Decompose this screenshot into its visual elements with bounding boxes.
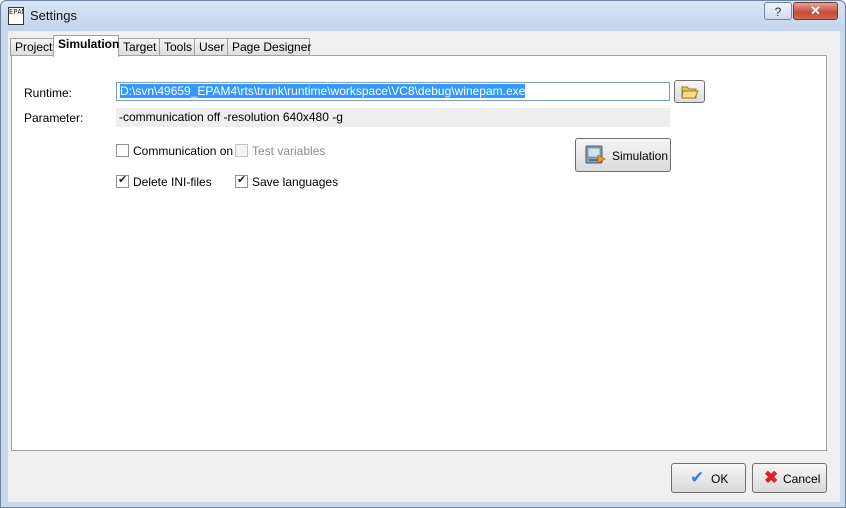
epam-app-icon: EPAM	[8, 7, 24, 25]
checkmark-icon: ✔	[690, 468, 705, 487]
simulation-monitor-icon	[585, 145, 606, 164]
tab-simulation[interactable]: Simulation	[53, 35, 119, 57]
save-languages-checkbox-box[interactable]	[235, 173, 248, 188]
dialog-client-area: Project Simulation Target Tools User Pag…	[8, 31, 840, 502]
folder-open-icon	[681, 86, 699, 99]
ok-button[interactable]: ✔ OK	[671, 463, 746, 493]
help-button[interactable]: ?	[764, 2, 792, 20]
parameter-field[interactable]: -communication off -resolution 640x480 -…	[116, 108, 670, 127]
tab-page-designer[interactable]: Page Designer	[227, 38, 311, 56]
runtime-label: Runtime:	[24, 86, 73, 100]
delete-ini-checkbox-box[interactable]	[116, 173, 129, 188]
tab-project[interactable]: Project	[10, 38, 54, 56]
runtime-path-input[interactable]: D:\svn\49659_EPAM4\rts\trunk\runtime\wor…	[116, 82, 670, 101]
simulation-tab-page: Runtime: D:\svn\49659_EPAM4\rts\trunk\ru…	[11, 55, 827, 451]
simulation-button[interactable]: Simulation	[575, 138, 671, 172]
title-bar[interactable]: EPAM Settings ? ✕	[1, 1, 845, 31]
settings-window: EPAM Settings ? ✕ Project Simulation Tar…	[0, 0, 846, 508]
test-variables-checkbox-label: Test variables	[252, 144, 326, 158]
tab-tools[interactable]: Tools	[159, 38, 195, 56]
red-x-icon: ✖	[764, 468, 779, 487]
close-button[interactable]: ✕	[793, 2, 838, 20]
cancel-button[interactable]: ✖ Cancel	[752, 463, 827, 493]
communication-checkbox-box[interactable]	[116, 144, 129, 157]
test-variables-checkbox: Test variables	[235, 143, 335, 159]
tab-user[interactable]: User	[194, 38, 228, 56]
communication-checkbox[interactable]: Communication on	[116, 143, 236, 159]
cancel-button-label: Cancel	[783, 472, 821, 486]
save-languages-checkbox[interactable]: Save languages	[235, 173, 345, 190]
parameter-label: Parameter:	[24, 111, 84, 125]
runtime-path-value: D:\svn\49659_EPAM4\rts\trunk\runtime\wor…	[120, 84, 526, 98]
test-variables-checkbox-box	[235, 144, 248, 157]
ok-button-label: OK	[711, 472, 729, 486]
communication-checkbox-label: Communication on	[133, 144, 234, 158]
simulation-button-label: Simulation	[612, 149, 669, 163]
delete-ini-checkbox[interactable]: Delete INI-files	[116, 173, 226, 190]
delete-ini-checkbox-label: Delete INI-files	[133, 175, 212, 189]
save-languages-checkbox-label: Save languages	[252, 175, 339, 189]
window-title: Settings	[30, 8, 77, 23]
tab-target[interactable]: Target	[118, 38, 160, 56]
browse-button[interactable]	[674, 80, 705, 103]
